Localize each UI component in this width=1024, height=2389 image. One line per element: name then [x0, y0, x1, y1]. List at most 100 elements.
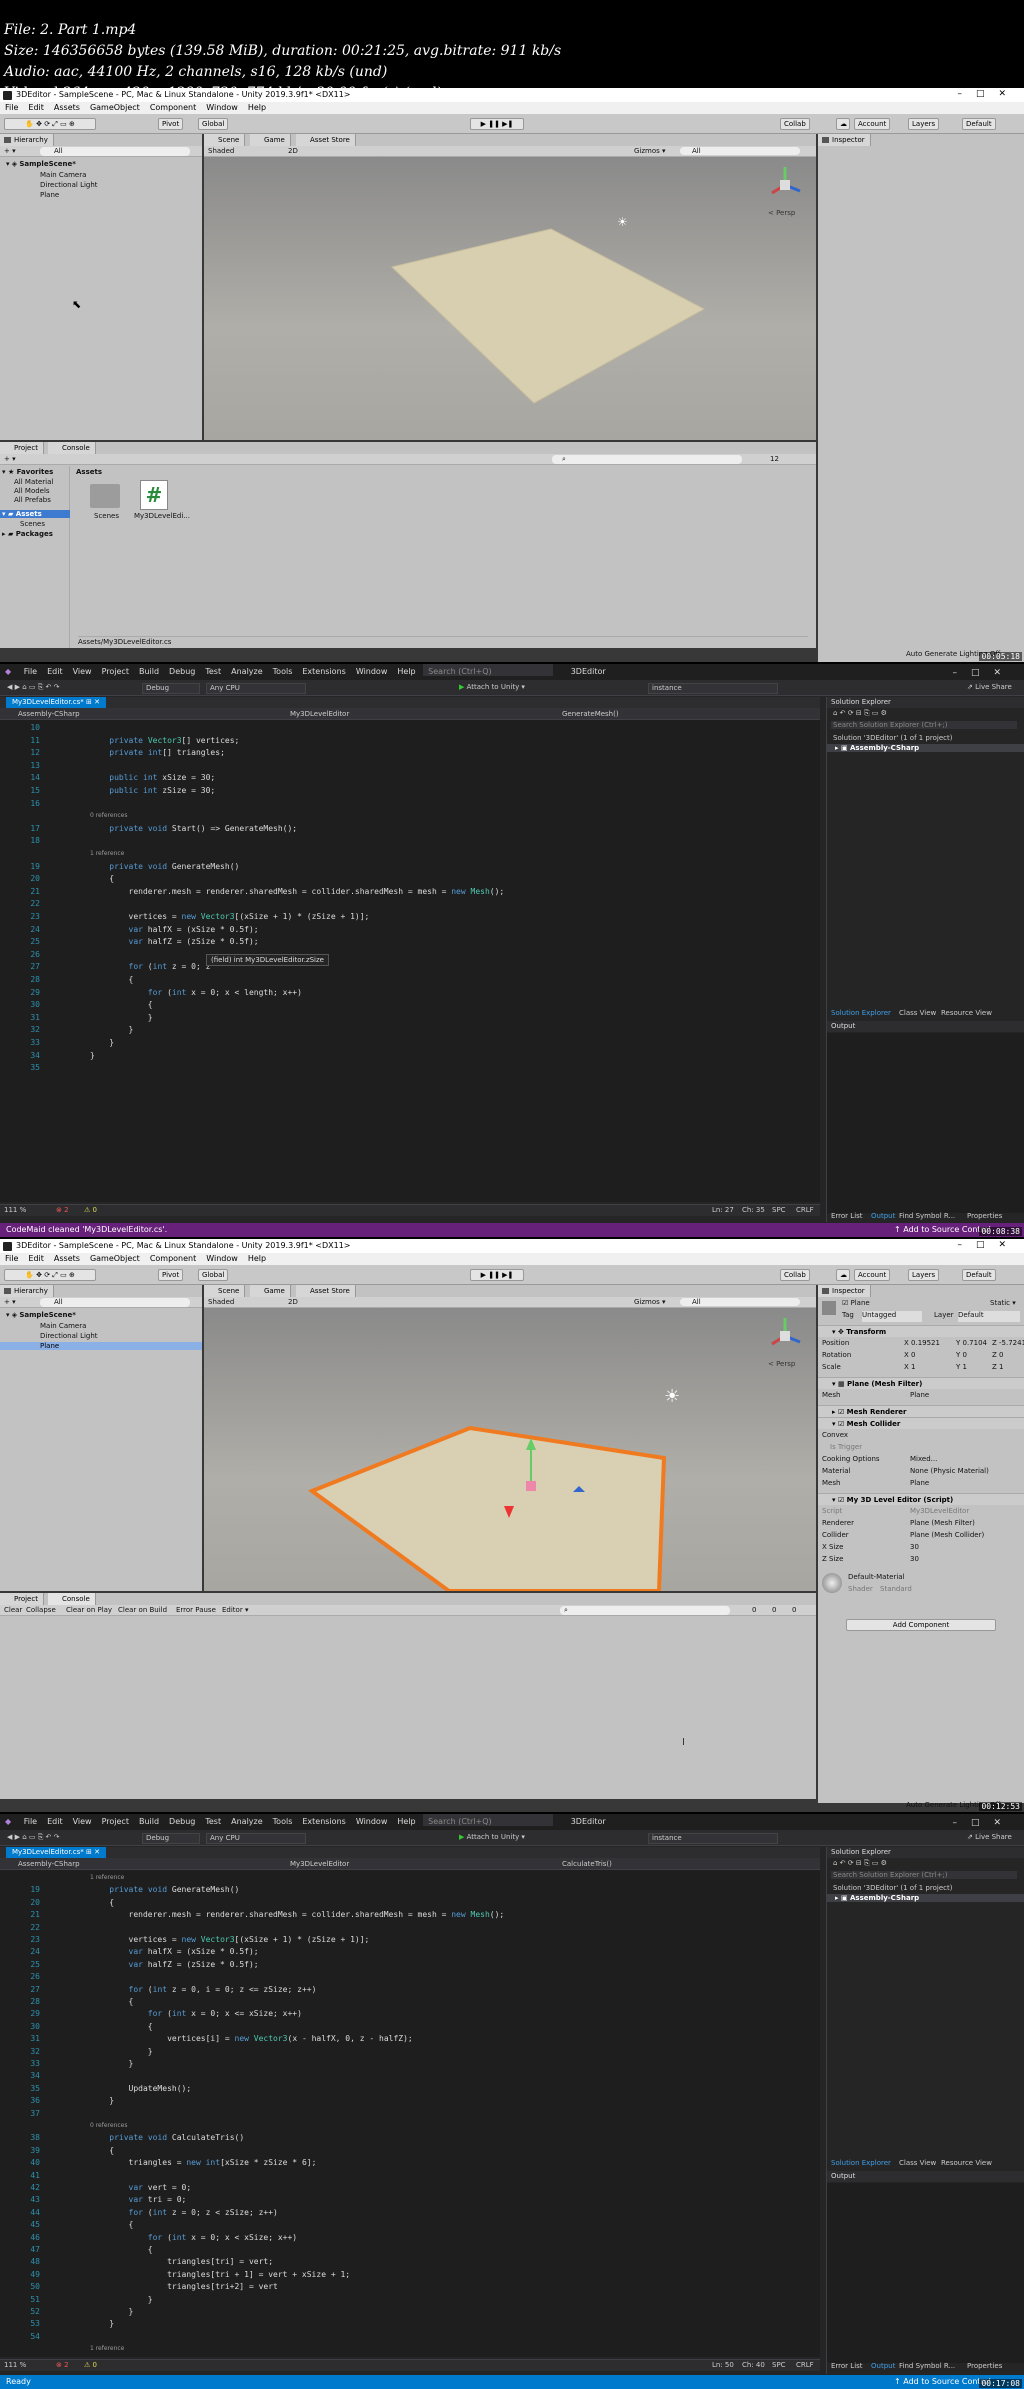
menu-file[interactable]: File [0, 102, 23, 112]
attach-to-unity-button[interactable]: ▶ Attach to Unity ▾ [456, 683, 528, 694]
sun-light-icon[interactable]: ☀ [664, 1386, 680, 1407]
scene-viewport[interactable]: ☀ < Persp [204, 157, 816, 440]
collab-button[interactable]: Collab [780, 1269, 810, 1281]
code-text[interactable]: renderer.mesh = renderer.sharedMesh = co… [90, 1909, 505, 1921]
asset-label[interactable]: My3DLevelEdi... [134, 512, 190, 520]
window-controls[interactable]: –□✕ [947, 1815, 1020, 1828]
nav-project[interactable]: Assembly-CSharp [4, 709, 80, 719]
play-controls[interactable]: ▶ ❚❚ ▶❚ [470, 1269, 524, 1281]
warning-count[interactable]: ⚠ 0 [84, 1205, 97, 1216]
code-line[interactable]: 13 [0, 760, 815, 772]
code-line[interactable]: 1 reference [0, 848, 815, 860]
instance-search[interactable]: instance [648, 683, 778, 694]
cloud-icon[interactable]: ☁ [836, 118, 850, 130]
plane-object[interactable] [204, 157, 816, 440]
tab-console[interactable]: Console [48, 1593, 96, 1605]
code-text[interactable]: } [90, 2294, 153, 2306]
vs-menu-view[interactable]: View [68, 664, 97, 676]
code-text[interactable]: vertices[i] = new Vector3(x - halfX, 0, … [90, 2033, 413, 2045]
orientation-gizmo[interactable] [764, 163, 806, 207]
menu-gameobject[interactable]: GameObject [85, 102, 145, 112]
add-to-source-control[interactable]: ↑ Add to Source Control [894, 1223, 991, 1237]
code-editor[interactable]: 10 11 private Vector3[] vertices; 12 priva… [0, 720, 820, 1202]
code-line[interactable]: 27 for (int z = 0; z [0, 961, 815, 973]
vs-menu-window[interactable]: Window [351, 664, 393, 676]
code-line[interactable]: 34 [0, 2070, 815, 2082]
vs-menu-extensions[interactable]: Extensions [297, 1814, 350, 1826]
gizmos-dropdown[interactable]: Gizmos ▾ [634, 1298, 666, 1306]
code-line[interactable]: 22 [0, 1922, 815, 1934]
vs-menu-help[interactable]: Help [392, 1814, 420, 1826]
codelens-reference[interactable]: 0 references [90, 810, 128, 822]
code-line[interactable]: 27 for (int z = 0, i = 0; z <= zSize; z+… [0, 1984, 815, 1996]
code-line[interactable]: 21 renderer.mesh = renderer.sharedMesh =… [0, 1909, 815, 1921]
vs-menu-debug[interactable]: Debug [164, 1814, 200, 1826]
code-text[interactable]: var vert = 0; [90, 2182, 192, 2194]
code-line[interactable]: 0 references [0, 2120, 815, 2132]
sun-light-icon[interactable]: ☀ [617, 215, 628, 229]
menu-edit[interactable]: Edit [23, 102, 49, 112]
persp-label[interactable]: < Persp [768, 1360, 795, 1368]
menu-help[interactable]: Help [243, 1253, 271, 1263]
add-component-button[interactable]: Add Component [846, 1619, 996, 1631]
code-text[interactable]: for (int x = 0; x < length; x++) [90, 987, 302, 999]
nav-buttons[interactable]: ◀ ▶ ⌂ ▭ ⎘ ↶ ↷ [4, 1833, 80, 1844]
code-text[interactable]: } [90, 1050, 95, 1062]
menu-file[interactable]: File [0, 1253, 23, 1263]
play-controls[interactable]: ▶ ❚❚ ▶❚ [470, 118, 524, 130]
code-text[interactable]: var halfX = (xSize * 0.5f); [90, 1946, 259, 1958]
layout-dropdown[interactable]: Default [962, 1269, 996, 1281]
code-line[interactable]: 35 [0, 1062, 815, 1074]
code-text[interactable]: triangles = new int[xSize * zSize * 6]; [90, 2157, 317, 2169]
code-text[interactable]: { [90, 2145, 114, 2157]
vs-menu-tools[interactable]: Tools [268, 664, 298, 676]
code-line[interactable]: 50 triangles[tri+2] = vert [0, 2281, 815, 2293]
tree-packages[interactable]: ▸ ▰ Packages [2, 530, 53, 538]
shading-dropdown[interactable]: Shaded [208, 1298, 234, 1306]
code-text[interactable]: } [90, 2046, 153, 2058]
hierarchy-search[interactable]: All [40, 147, 190, 156]
code-text[interactable]: private int[] triangles; [90, 747, 225, 759]
scene-search[interactable]: All [680, 1298, 800, 1306]
code-text[interactable]: triangles[tri] = vert; [90, 2256, 273, 2268]
code-text[interactable]: for (int z = 0, i = 0; z <= zSize; z++) [90, 1984, 317, 1996]
tree-item[interactable]: All Prefabs [14, 496, 51, 504]
solution-search[interactable]: Search Solution Explorer (Ctrl+;) [831, 1871, 1017, 1879]
error-count[interactable]: ⊗ 2 [56, 1205, 69, 1216]
live-share-button[interactable]: ⇗ Live Share [964, 1833, 1015, 1844]
nav-buttons[interactable]: ◀ ▶ ⌂ ▭ ⎘ ↶ ↷ [4, 683, 80, 694]
global-button[interactable]: Global [198, 118, 229, 130]
config-dropdown[interactable]: Debug [142, 1833, 200, 1844]
code-line[interactable]: 11 private Vector3[] vertices; [0, 735, 815, 747]
code-text[interactable]: var tri = 0; [90, 2194, 187, 2206]
transform-tools[interactable]: ✋ ✥ ⟳ ⤢ ▭ ⊕ [4, 1269, 96, 1281]
tree-item[interactable]: Scenes [20, 520, 45, 528]
code-line[interactable]: 55 private void UpdateMesh() [0, 2356, 815, 2358]
code-text[interactable]: private void GenerateMesh() [90, 1884, 239, 1896]
code-line[interactable]: 19 private void GenerateMesh() [0, 861, 815, 873]
code-text[interactable]: { [90, 873, 114, 885]
mode-2d-button[interactable]: 2D [288, 1298, 298, 1306]
tab-inspector[interactable]: Inspector [818, 134, 871, 146]
menu-window[interactable]: Window [201, 102, 243, 112]
code-text[interactable]: UpdateMesh(); [90, 2083, 192, 2095]
codelens-reference[interactable]: 1 reference [90, 1872, 124, 1884]
instance-search[interactable]: instance [648, 1833, 778, 1844]
code-text[interactable]: private void UpdateMesh() [90, 2356, 229, 2358]
vs-menu-view[interactable]: View [68, 1814, 97, 1826]
zoom-level[interactable]: 111 % [4, 1205, 26, 1216]
code-line[interactable]: 24 var halfX = (xSize * 0.5f); [0, 924, 815, 936]
code-line[interactable]: 51 } [0, 2294, 815, 2306]
script-row[interactable]: Renderer Plane (Mesh Filter) [822, 1519, 1022, 1530]
nav-project[interactable]: Assembly-CSharp [4, 1859, 80, 1869]
code-editor[interactable]: 1 reference 19 private void GenerateMesh(… [0, 1870, 820, 2357]
asset-label[interactable]: Scenes [94, 512, 119, 520]
vs-menu-test[interactable]: Test [200, 1814, 226, 1826]
clear-on-play-button[interactable]: Clear on Play [66, 1606, 112, 1614]
code-text[interactable]: var halfZ = (zSize * 0.5f); [90, 936, 259, 948]
file-tab[interactable]: My3DLevelEditor.cs* ⊞ ✕ [6, 697, 106, 708]
codelens-reference[interactable]: 0 references [90, 2120, 128, 2132]
menu-assets[interactable]: Assets [49, 1253, 85, 1263]
zoom-level[interactable]: 111 % [4, 2360, 26, 2371]
code-text[interactable]: { [90, 999, 153, 1011]
